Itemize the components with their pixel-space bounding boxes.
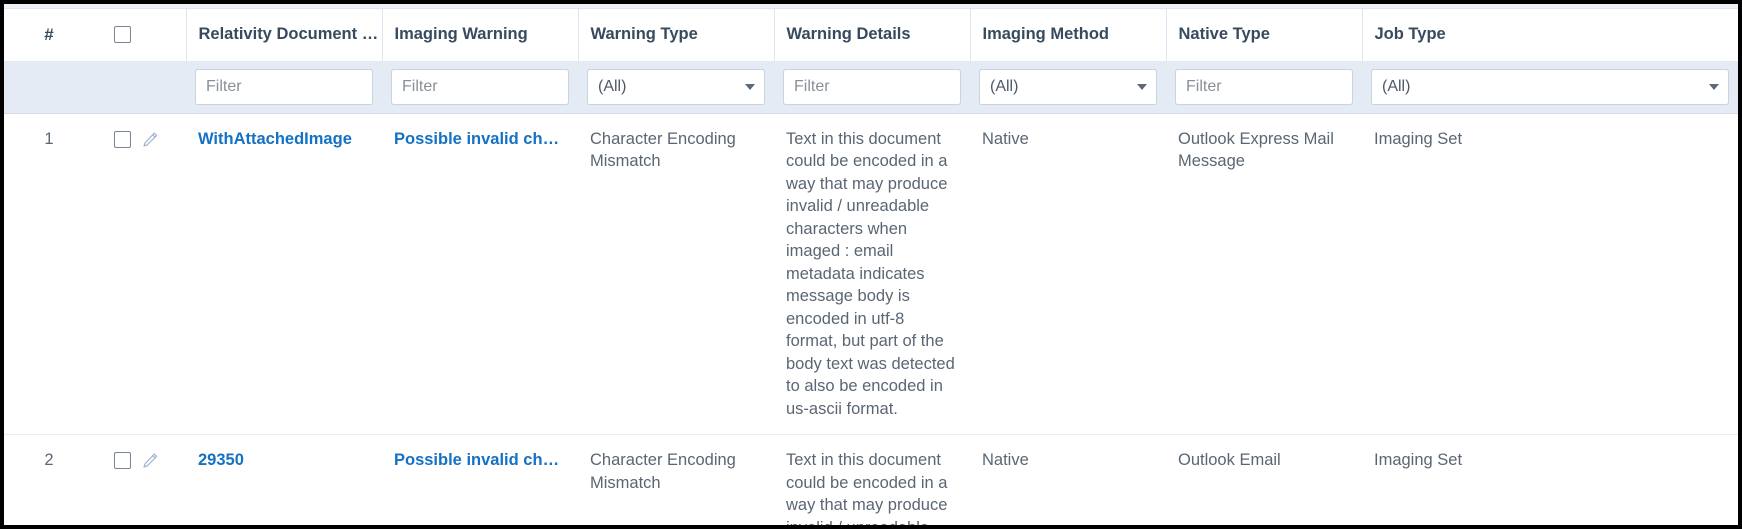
cell-imaging-method: Native: [970, 113, 1166, 435]
screenshot-root: # Relativity Document I… Imaging Warning…: [0, 0, 1742, 529]
header-row: # Relativity Document I… Imaging Warning…: [4, 9, 1738, 62]
filter-select-warning-type-value: (All): [598, 78, 627, 95]
filter-select-imaging-method[interactable]: (All): [979, 69, 1157, 105]
filter-cell-job-type: (All): [1362, 61, 1738, 114]
filter-row: (All) (All): [4, 61, 1738, 114]
cell-native-type: Outlook Email: [1166, 434, 1362, 525]
row-select-cell[interactable]: [94, 434, 140, 525]
filter-select-imaging-method-value: (All): [990, 78, 1019, 95]
cell-relativity-document-id: 29350: [186, 434, 382, 525]
filter-input-imaging-warning[interactable]: [391, 69, 569, 105]
filter-select-job-type-value: (All): [1382, 78, 1411, 95]
table-row[interactable]: 1 WithAttachedImage Possible invalid cha…: [4, 113, 1738, 435]
filter-cell-imaging-method: (All): [970, 61, 1166, 114]
chevron-down-icon: [745, 84, 755, 90]
row-edit-cell[interactable]: [140, 113, 186, 435]
filter-cell-imaging-warning: [382, 61, 578, 114]
cell-job-type: Imaging Set: [1362, 434, 1738, 525]
column-header-job-type[interactable]: Job Type: [1361, 9, 1738, 62]
filter-input-warning-details[interactable]: [783, 69, 961, 105]
cell-imaging-method: Native: [970, 434, 1166, 525]
filter-select-job-type[interactable]: (All): [1371, 69, 1729, 105]
column-header-imaging-warning[interactable]: Imaging Warning: [381, 9, 578, 62]
filter-cell-edit: [140, 61, 186, 114]
filter-cell-index: [4, 61, 94, 114]
cell-imaging-warning: Possible invalid charac…: [382, 434, 578, 525]
document-id-link[interactable]: 29350: [198, 449, 370, 472]
row-index: 2: [4, 434, 94, 525]
filter-input-native-type[interactable]: [1175, 69, 1353, 105]
cell-native-type: Outlook Express Mail Message: [1166, 113, 1362, 435]
row-index: 1: [4, 113, 94, 435]
column-header-index[interactable]: #: [4, 9, 94, 62]
row-select-cell[interactable]: [94, 113, 140, 435]
filter-cell-warning-details: [774, 61, 970, 114]
filter-cell-native-type: [1166, 61, 1362, 114]
filter-cell-select: [94, 61, 140, 114]
table-row[interactable]: 2 29350 Possible invalid chara Character…: [4, 434, 1738, 525]
column-header-warning-details[interactable]: Warning Details: [773, 9, 970, 62]
imaging-warning-link[interactable]: Possible invalid charac…: [394, 449, 566, 472]
column-header-select-all[interactable]: [94, 9, 140, 62]
cell-job-type: Imaging Set: [1362, 113, 1738, 435]
cell-warning-details: Text in this document could be encoded i…: [774, 113, 970, 435]
column-header-relativity-document-id[interactable]: Relativity Document I…: [185, 9, 382, 62]
cell-warning-details: Text in this document could be encoded i…: [774, 434, 970, 525]
column-header-warning-type[interactable]: Warning Type: [577, 9, 774, 62]
imaging-warnings-table: # Relativity Document I… Imaging Warning…: [4, 9, 1738, 525]
pencil-icon[interactable]: [140, 451, 160, 478]
chevron-down-icon: [1709, 84, 1719, 90]
filter-select-warning-type[interactable]: (All): [587, 69, 765, 105]
grid-frame: # Relativity Document I… Imaging Warning…: [4, 4, 1738, 525]
column-header-imaging-method[interactable]: Imaging Method: [969, 9, 1166, 62]
filter-cell-warning-type: (All): [578, 61, 774, 114]
cell-relativity-document-id: WithAttachedImage: [186, 113, 382, 435]
select-all-checkbox[interactable]: [114, 26, 131, 44]
column-header-edit: [140, 9, 186, 62]
row-checkbox[interactable]: [114, 452, 131, 469]
imaging-warning-link[interactable]: Possible invalid charac…: [394, 128, 566, 151]
document-id-link[interactable]: WithAttachedImage: [198, 128, 370, 151]
filter-input-relativity-document-id[interactable]: [195, 69, 373, 105]
cell-warning-type: Character Encoding Mismatch: [578, 434, 774, 525]
cell-imaging-warning: Possible invalid charac…: [382, 113, 578, 435]
cell-warning-type: Character Encoding Mismatch: [578, 113, 774, 435]
filter-cell-relativity-document-id: [186, 61, 382, 114]
row-checkbox[interactable]: [114, 130, 131, 148]
row-edit-cell[interactable]: [140, 434, 186, 525]
pencil-icon[interactable]: [140, 130, 160, 157]
table-header: # Relativity Document I… Imaging Warning…: [4, 9, 1738, 62]
chevron-down-icon: [1137, 84, 1147, 90]
column-header-native-type[interactable]: Native Type: [1165, 9, 1362, 62]
